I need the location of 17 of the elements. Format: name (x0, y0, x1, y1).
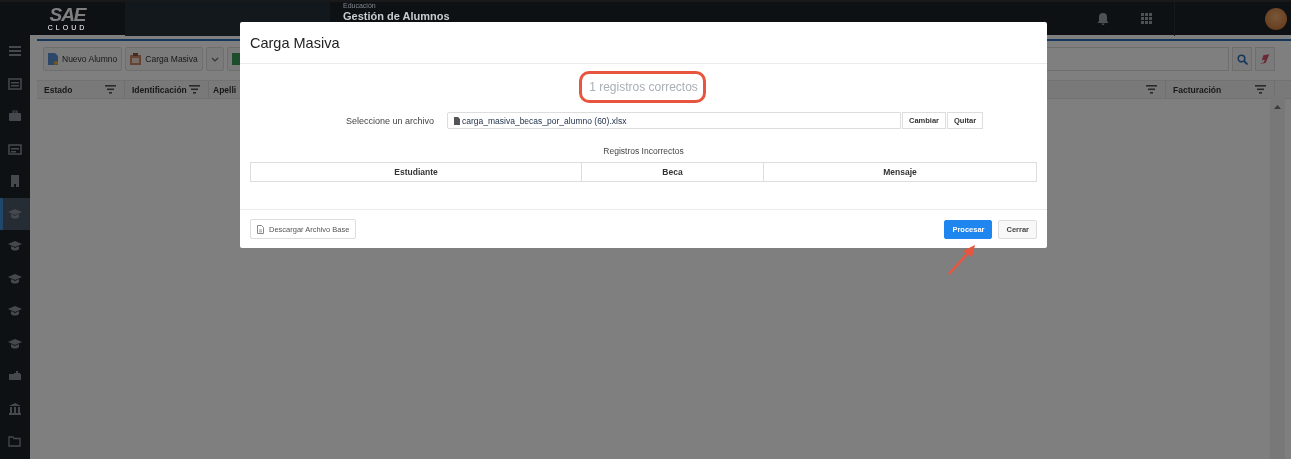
column-header[interactable]: Identificación (132, 84, 187, 95)
new-student-button[interactable]: Nuevo Alumno (43, 47, 123, 71)
column-header: Mensaje (882, 166, 918, 179)
file-field[interactable]: carga_masiva_becas_por_alumno (60).xlsx (447, 112, 901, 129)
section-title: Registros Incorrectos (603, 146, 684, 156)
column-header: Estudiante (251, 163, 582, 181)
page-title: Gestión de Alumnos (343, 10, 450, 22)
column-header: Beca (582, 163, 764, 181)
file-name: carga_masiva_becas_por_alumno (60).xlsx (462, 115, 627, 126)
column-header[interactable]: Apelli (213, 84, 237, 95)
column-header[interactable]: Estado (44, 84, 73, 95)
column-header[interactable]: Facturación (1173, 84, 1222, 95)
bulk-upload-button[interactable]: Carga Masiva (125, 47, 203, 71)
logo-text: SAE (49, 5, 86, 24)
field-label: Seleccione un archivo (344, 115, 434, 126)
status-message: 1 registros correctos (589, 80, 698, 94)
dialog-title: Carga Masiva (250, 34, 340, 51)
